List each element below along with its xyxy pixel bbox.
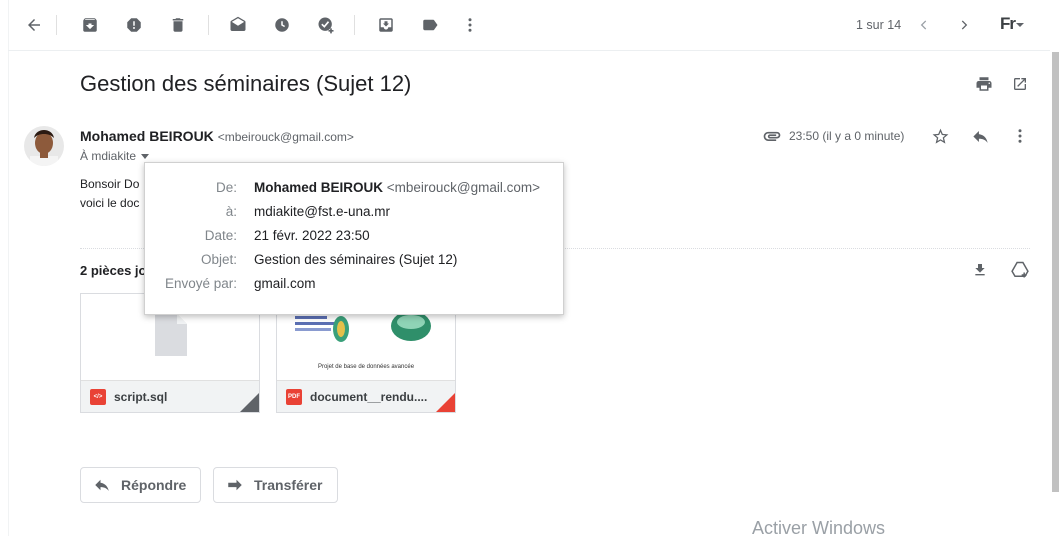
- detail-key: Date:: [204, 228, 237, 243]
- caret-down-icon[interactable]: [141, 154, 150, 160]
- detail-key: à:: [225, 204, 237, 219]
- move-to-icon[interactable]: [374, 13, 398, 37]
- download-all-icon[interactable]: [968, 258, 992, 282]
- left-border: [8, 0, 9, 536]
- detail-value: Mohamed BEIROUK <mbeirouck@gmail.com>: [254, 180, 540, 195]
- add-to-drive-icon[interactable]: [1008, 258, 1032, 282]
- detail-key: Envoyé par:: [164, 276, 237, 291]
- attachment-footer: </> script.sql: [81, 380, 259, 412]
- detail-value: 21 févr. 2022 23:50: [254, 228, 370, 243]
- detail-key: Objet:: [200, 252, 237, 267]
- detail-row-from: De: Mohamed BEIROUK <mbeirouck@gmail.com…: [145, 180, 563, 200]
- email-subject: Gestion des séminaires (Sujet 12): [80, 71, 412, 96]
- reply-icon[interactable]: [968, 124, 992, 148]
- detail-key: De:: [215, 180, 237, 195]
- detail-row-subject: Objet: Gestion des séminaires (Sujet 12): [145, 252, 563, 272]
- snooze-icon[interactable]: [270, 13, 294, 37]
- chevron-down-icon[interactable]: [1014, 13, 1026, 37]
- forward-button[interactable]: Transférer: [213, 467, 338, 503]
- detail-value: gmail.com: [254, 276, 316, 291]
- pdf-preview-caption: Projet de base de données avancée: [317, 364, 415, 370]
- print-icon[interactable]: [972, 72, 996, 96]
- detail-row-date: Date: 21 févr. 2022 23:50: [145, 228, 563, 248]
- pdf-file-icon: PDF: [286, 389, 302, 405]
- recipient-label: À mdiakite: [80, 149, 137, 163]
- chevron-right-icon[interactable]: [952, 13, 976, 37]
- corner-fold: [239, 393, 259, 412]
- mark-unread-icon[interactable]: [226, 13, 250, 37]
- sender-line: Mohamed BEIROUK <mbeirouck@gmail.com>: [80, 128, 354, 144]
- scrollbar[interactable]: [1050, 50, 1061, 536]
- sender-email: <mbeirouck@gmail.com>: [217, 130, 354, 144]
- body-line-2: voici le doc: [80, 196, 140, 210]
- report-spam-icon[interactable]: [122, 13, 146, 37]
- toolbar: 1 sur 14 Fr: [8, 0, 1053, 51]
- archive-icon[interactable]: [78, 13, 102, 37]
- more-vert-icon[interactable]: [458, 13, 482, 37]
- chevron-left-icon[interactable]: [912, 13, 936, 37]
- delete-icon[interactable]: [166, 13, 190, 37]
- forward-label: Transférer: [254, 477, 323, 493]
- add-task-icon[interactable]: [314, 13, 338, 37]
- attachment-clip-icon: [760, 124, 784, 148]
- input-language[interactable]: Fr: [1000, 14, 1016, 34]
- attachments-title: 2 pièces jo: [80, 263, 147, 278]
- open-new-window-icon[interactable]: [1008, 72, 1032, 96]
- message-more-icon[interactable]: [1008, 124, 1032, 148]
- reply-label: Répondre: [121, 477, 187, 493]
- detail-row-mailed-by: Envoyé par: gmail.com: [145, 276, 563, 296]
- detail-from-name: Mohamed BEIROUK: [254, 180, 384, 195]
- star-icon[interactable]: [928, 124, 952, 148]
- message-details-popup: De: Mohamed BEIROUK <mbeirouck@gmail.com…: [144, 162, 564, 315]
- reply-icon: [93, 476, 111, 494]
- attachment-footer: PDF document__rendu....: [277, 380, 455, 412]
- avatar[interactable]: [24, 126, 64, 166]
- code-file-icon: </>: [90, 389, 106, 405]
- received-time: 23:50 (il y a 0 minute): [789, 129, 905, 143]
- detail-value: mdiakite@fst.e-una.mr: [254, 204, 390, 219]
- body-line-1: Bonsoir Do: [80, 177, 140, 191]
- detail-value: Gestion des séminaires (Sujet 12): [254, 252, 458, 267]
- corner-fold: [435, 393, 455, 412]
- recipient-toggle[interactable]: À mdiakite: [80, 149, 150, 163]
- scrollbar-thumb[interactable]: [1052, 52, 1059, 492]
- detail-row-to: à: mdiakite@fst.e-una.mr: [145, 204, 563, 224]
- forward-icon: [226, 476, 244, 494]
- label-icon[interactable]: [418, 13, 442, 37]
- attachment-name: script.sql: [114, 390, 168, 404]
- sender-name: Mohamed BEIROUK: [80, 128, 214, 144]
- pager-text: 1 sur 14: [856, 18, 902, 32]
- reply-button[interactable]: Répondre: [80, 467, 201, 503]
- attachment-name: document__rendu....: [310, 390, 428, 404]
- back-arrow-icon[interactable]: [22, 13, 46, 37]
- detail-from-email: <mbeirouck@gmail.com>: [383, 180, 541, 195]
